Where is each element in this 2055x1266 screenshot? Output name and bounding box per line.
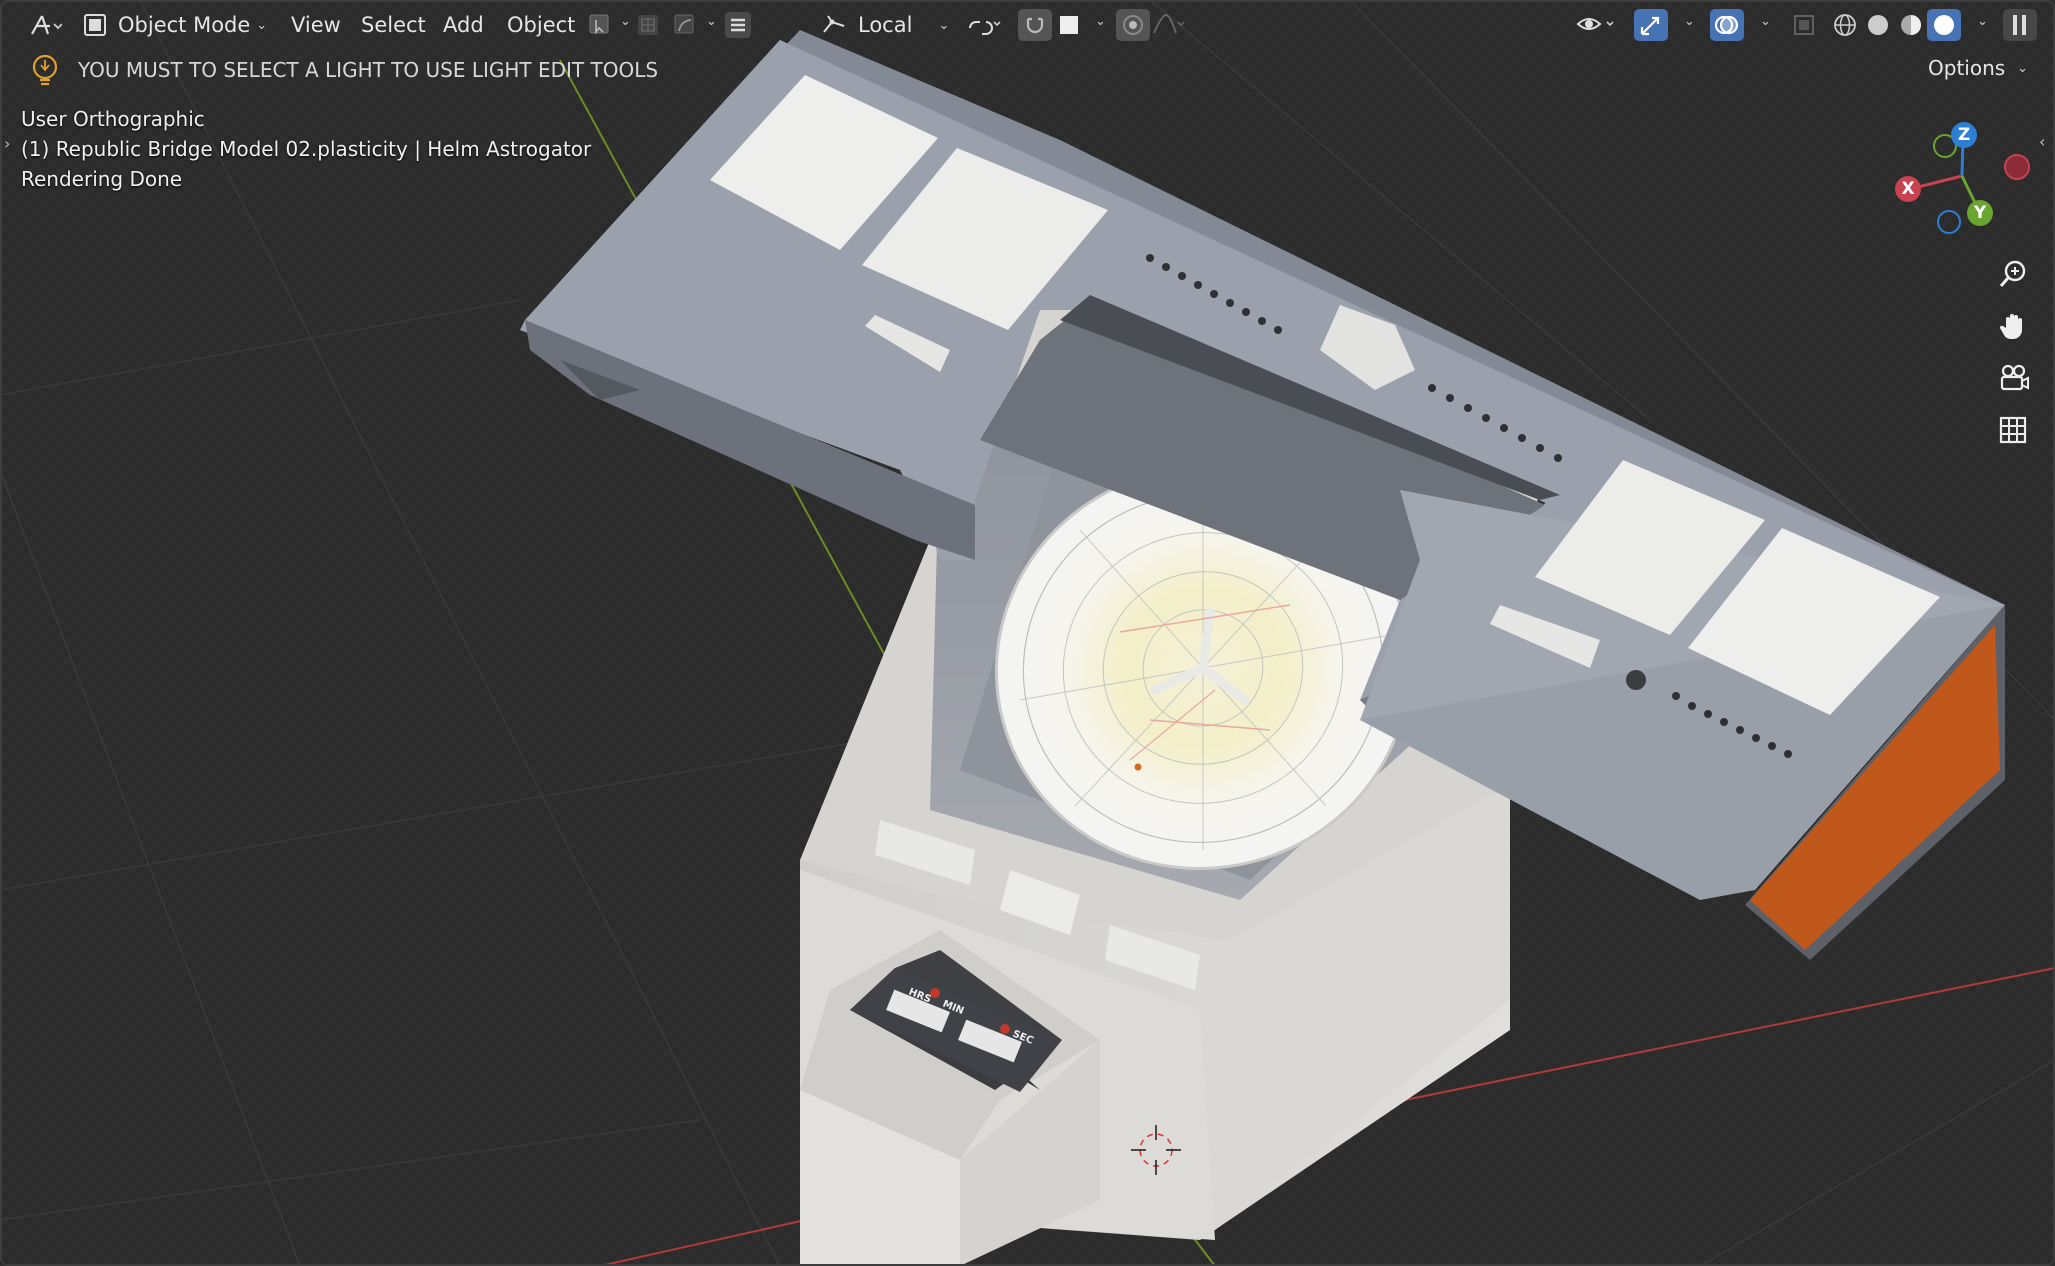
- scene-render: HRS MIN SEC: [0, 0, 2055, 1266]
- hand-pan-icon: [1999, 314, 2022, 340]
- magnet-icon: [1026, 17, 1044, 34]
- menu-add[interactable]: Add: [443, 13, 484, 37]
- shading-wireframe-button[interactable]: [1828, 9, 1862, 41]
- proportional-editing-button[interactable]: [1116, 9, 1150, 41]
- transform-orientation-icon: [31, 15, 62, 35]
- orientation-axes-icon: [823, 15, 845, 33]
- shading-rendered-button[interactable]: [1927, 9, 1961, 41]
- toolbar-expand-arrow-icon[interactable]: ›: [4, 134, 10, 153]
- xray-toggle-button[interactable]: [1787, 9, 1821, 41]
- x-axis-ball[interactable]: X: [1895, 176, 1921, 202]
- snap-element-selector[interactable]: [1052, 9, 1086, 41]
- navigation-gizmo[interactable]: Z X Y: [1890, 118, 2040, 238]
- hamburger-icon: [725, 12, 751, 38]
- menu-view[interactable]: View: [291, 13, 341, 37]
- pan-button[interactable]: [1993, 306, 2033, 346]
- y-axis-ball[interactable]: Y: [1967, 200, 1993, 226]
- solid-sphere-icon: [1868, 15, 1888, 35]
- chevron-down-icon: ⌄: [1760, 14, 1771, 29]
- light-tools-warning: YOU MUST TO SELECT A LIGHT TO USE LIGHT …: [78, 58, 659, 82]
- toggle-sidebar-button[interactable]: [2003, 9, 2037, 41]
- hamburger-menu-button[interactable]: [721, 9, 755, 41]
- falloff-curve-icon: [1153, 13, 1185, 34]
- shading-solid-button[interactable]: [1861, 9, 1895, 41]
- render-status: Rendering Done: [21, 167, 183, 191]
- chevron-down-icon: ⌄: [938, 17, 950, 33]
- toggle-projection-button[interactable]: [1993, 410, 2033, 450]
- x-axis-label: X: [1901, 179, 1915, 199]
- grid-filter-icon: [638, 15, 658, 35]
- object-mode-icon: [84, 14, 106, 36]
- shading-material-button[interactable]: [1894, 9, 1928, 41]
- gizmo-arrows-icon: [1640, 16, 1660, 36]
- snap-target-button[interactable]: [668, 9, 702, 41]
- zoom-icon: [1999, 260, 2026, 287]
- overlay-circles-icon: [1714, 15, 1739, 35]
- chevron-down-icon: ⌄: [1095, 14, 1106, 29]
- gizmo-toggle-button[interactable]: [1634, 9, 1668, 41]
- camera-view-button[interactable]: [1993, 358, 2033, 398]
- snap-toggle-button[interactable]: [1018, 9, 1052, 41]
- options-dropdown[interactable]: Options ⌄: [1928, 56, 2028, 80]
- wireframe-sphere-icon: [1834, 14, 1856, 36]
- chevron-down-icon: ⌄: [2017, 60, 2029, 76]
- editor-type-selector[interactable]: [22, 9, 68, 41]
- pivot-link-icon: [969, 21, 1001, 35]
- chevron-down-icon: ⌄: [706, 14, 717, 29]
- square-snap-icon: [1060, 16, 1078, 34]
- chevron-down-icon: ⌄: [256, 17, 268, 33]
- material-sphere-icon: [1901, 15, 1921, 35]
- mode-selector[interactable]: Object Mode ⌄: [82, 6, 270, 44]
- eye-arrow-icon: [1576, 18, 1614, 30]
- select-box-tool-button[interactable]: [583, 9, 617, 41]
- chevron-down-icon: ⌄: [620, 14, 631, 29]
- chevron-down-icon: ⌄: [1684, 14, 1695, 29]
- camera-view-icon: [2000, 364, 2029, 391]
- xray-icon: [1794, 15, 1814, 35]
- menu-object[interactable]: Object: [507, 13, 575, 37]
- mode-label: Object Mode: [118, 13, 251, 37]
- visibility-selector[interactable]: [1572, 9, 1618, 41]
- proportional-edit-icon: [1123, 15, 1143, 35]
- chevron-down-icon: ⌄: [1977, 14, 1988, 29]
- menu-select[interactable]: Select: [361, 13, 426, 37]
- zoom-button[interactable]: [1993, 254, 2033, 294]
- transform-orientation-selector[interactable]: Local ⌄: [820, 6, 950, 44]
- z-axis-label: Z: [1957, 125, 1971, 145]
- falloff-selector[interactable]: [1152, 9, 1186, 41]
- snap-curve-icon: [674, 14, 694, 34]
- viewport-header: Object Mode ⌄ View Select Add Object ⌄ ⌄…: [0, 0, 2055, 50]
- pivot-point-button[interactable]: [962, 9, 1006, 41]
- cursor-box-icon: [589, 14, 609, 35]
- 3d-viewport[interactable]: HRS MIN SEC Object Mode ⌄ View Select Ad…: [0, 0, 2055, 1266]
- rendered-sphere-icon: [1934, 15, 1954, 35]
- options-label: Options: [1928, 56, 2006, 80]
- y-axis-label: Y: [1973, 203, 1987, 223]
- active-object-label: (1) Republic Bridge Model 02.plasticity …: [21, 137, 592, 161]
- view-name: User Orthographic: [21, 107, 205, 131]
- mesh-filter-button[interactable]: [631, 9, 665, 41]
- overlays-toggle-button[interactable]: [1710, 9, 1744, 41]
- light-bulb-icon: [32, 54, 58, 86]
- z-axis-ball[interactable]: Z: [1951, 122, 1977, 148]
- grid-view-icon: [1999, 416, 2027, 444]
- pause-bars-icon: [2013, 15, 2026, 35]
- orientation-label: Local: [858, 13, 913, 37]
